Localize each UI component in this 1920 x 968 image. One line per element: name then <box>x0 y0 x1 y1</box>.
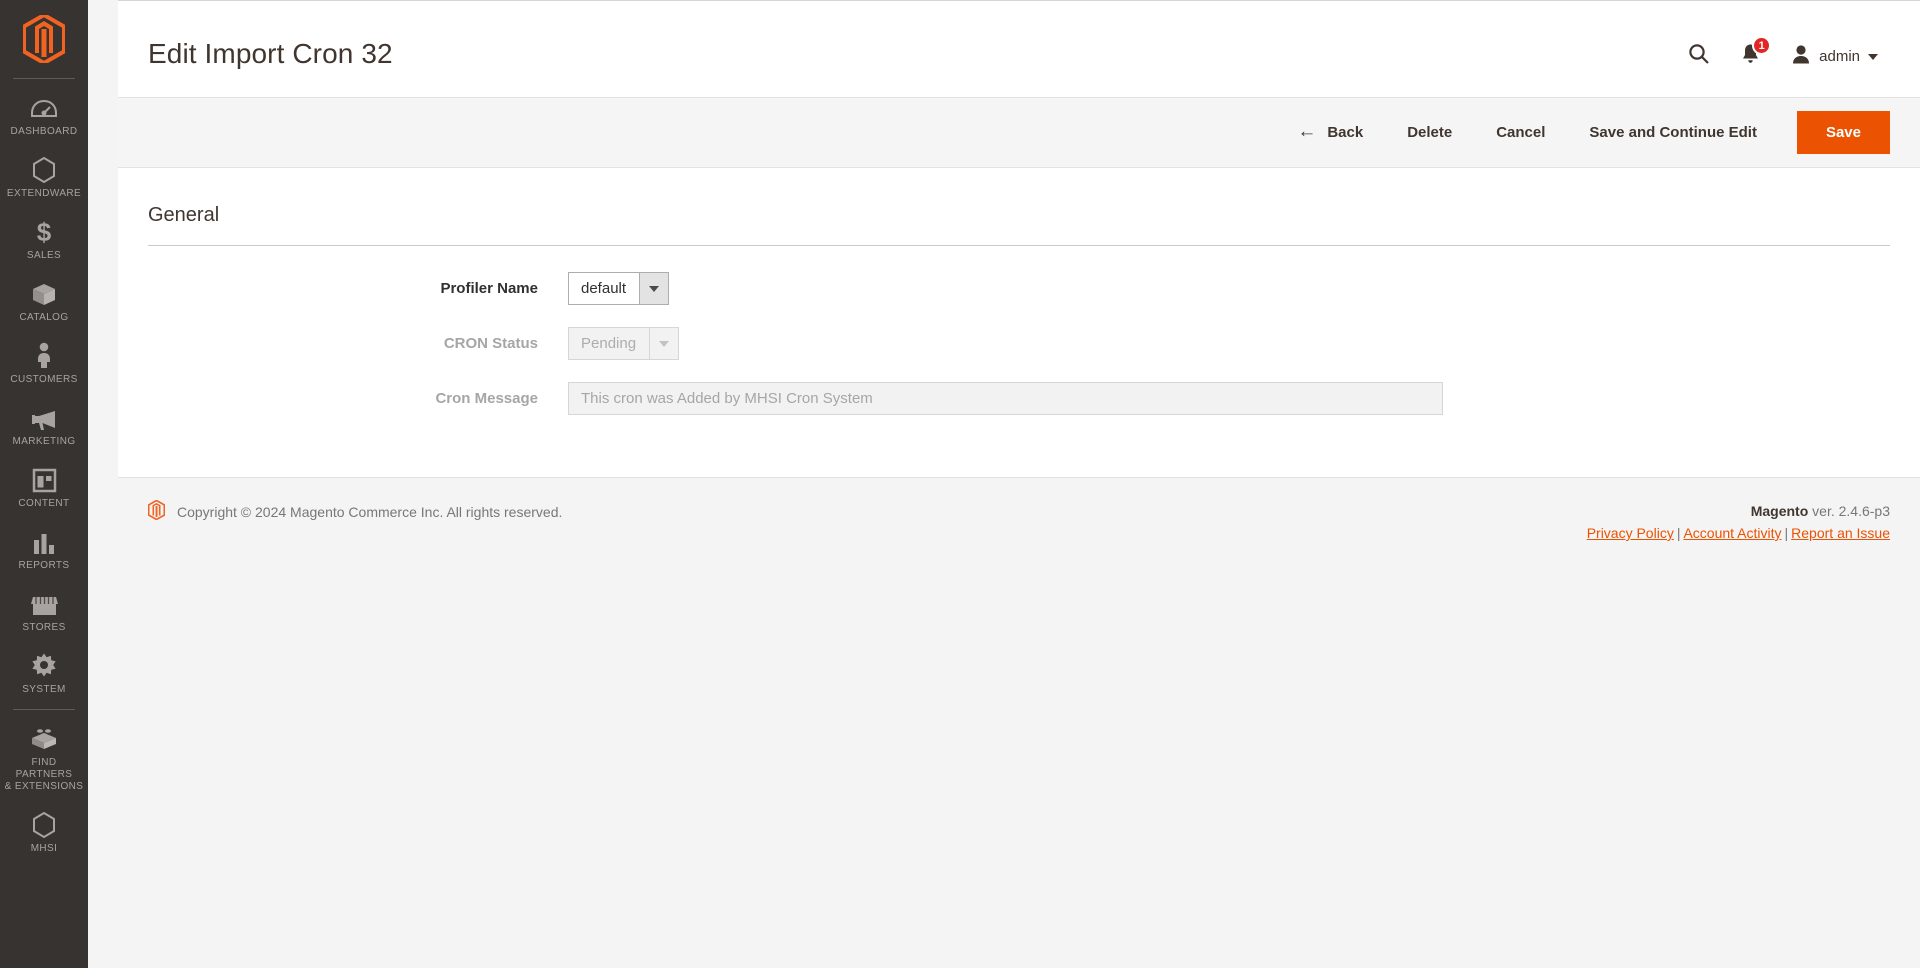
sidebar-divider-2 <box>13 709 75 710</box>
sidebar-item-content[interactable]: Content <box>0 457 88 519</box>
user-avatar-icon <box>1791 44 1811 70</box>
profiler-name-control: default <box>568 272 670 305</box>
sidebar-item-catalog[interactable]: Catalog <box>0 271 88 333</box>
cron-message-label: Cron Message <box>435 390 538 407</box>
sidebar-item-marketing[interactable]: Marketing <box>0 395 88 457</box>
cancel-button[interactable]: Cancel <box>1474 114 1567 151</box>
search-button[interactable] <box>1688 43 1710 70</box>
save-and-continue-label: Save and Continue Edit <box>1589 124 1757 141</box>
chevron-down-icon <box>639 273 669 304</box>
page-title: Edit Import Cron 32 <box>148 38 393 69</box>
sidebar-item-label: Sales <box>26 250 62 261</box>
header-actions: 1 admin <box>1688 36 1890 70</box>
privacy-policy-link[interactable]: Privacy Policy <box>1587 525 1674 541</box>
admin-sidebar: Dashboard Extendware $ Sales Catalog Cus… <box>0 0 88 968</box>
sidebar-item-label: Customers <box>10 374 78 385</box>
cron-status-select: Pending <box>568 327 680 360</box>
profiler-name-label: Profiler Name <box>440 280 538 297</box>
delete-button-label: Delete <box>1407 124 1453 141</box>
notifications-button[interactable]: 1 <box>1740 36 1772 70</box>
section-divider <box>148 245 1890 246</box>
magento-version: Magento ver. 2.4.6-p3 <box>1587 500 1890 522</box>
hexagon-icon <box>30 157 58 183</box>
sidebar-item-label: Dashboard <box>10 126 78 137</box>
sidebar-item-customers[interactable]: Customers <box>0 333 88 395</box>
cancel-button-label: Cancel <box>1496 124 1546 141</box>
sidebar-item-reports[interactable]: Reports <box>0 519 88 581</box>
delete-button[interactable]: Delete <box>1385 114 1474 151</box>
section-title-general: General <box>148 204 220 226</box>
page-content: General Profiler Name default CRON Statu… <box>118 168 1920 477</box>
cron-message-control <box>568 382 1443 415</box>
back-button-label: Back <box>1327 124 1364 141</box>
sidebar-item-dashboard[interactable]: Dashboard <box>0 85 88 147</box>
footer-link-separator: | <box>1784 525 1789 541</box>
profiler-name-value: default <box>581 280 627 297</box>
field-row-profiler-name: Profiler Name default <box>148 272 1890 305</box>
copyright-text: Copyright © 2024 Magento Commerce Inc. A… <box>177 503 563 520</box>
sidebar-item-label: Extendware <box>6 188 82 199</box>
lego-brick-icon <box>30 726 58 752</box>
svg-text:$: $ <box>37 218 52 245</box>
footer-links: Privacy Policy | Account Activity | Report a… <box>1587 522 1890 544</box>
profiler-name-select[interactable]: default <box>568 272 670 305</box>
main-area: Edit Import Cron 32 1 admin ← Back Delet… <box>88 0 1920 968</box>
sidebar-item-find-partners-extensions[interactable]: Find Partners & Extensions <box>0 716 88 802</box>
footer-right: Magento ver. 2.4.6-p3 Privacy Policy | Acc… <box>1587 500 1890 544</box>
sidebar-item-label: Stores <box>22 622 66 633</box>
gear-icon <box>30 653 58 679</box>
magento-brand-label: Magento <box>1750 503 1809 519</box>
search-icon <box>1688 43 1710 70</box>
sidebar-item-stores[interactable]: Stores <box>0 581 88 643</box>
page-actions-toolbar: ← Back Delete Cancel Save and Continue E… <box>118 97 1920 168</box>
hexagon-icon <box>30 812 58 838</box>
sidebar-item-label: Find Partners & Extensions <box>4 757 84 792</box>
bar-chart-icon <box>30 529 58 555</box>
person-icon <box>30 342 58 369</box>
notification-count-badge: 1 <box>1752 36 1772 55</box>
box-icon <box>30 281 58 307</box>
arrow-left-icon: ← <box>1297 121 1317 142</box>
field-row-cron-status: CRON Status Pending <box>148 327 1890 360</box>
magento-version-text: ver. 2.4.6-p3 <box>1808 503 1890 519</box>
chevron-down-icon <box>1868 53 1878 60</box>
account-activity-link[interactable]: Account Activity <box>1683 525 1781 541</box>
sidebar-item-label: System <box>22 684 66 695</box>
sidebar-item-label: Reports <box>18 560 70 571</box>
megaphone-icon <box>30 405 58 431</box>
sidebar-item-extendware[interactable]: Extendware <box>0 147 88 209</box>
sidebar-item-label: Marketing <box>12 436 76 447</box>
sidebar-item-mhsi[interactable]: MHSI <box>0 802 88 864</box>
magento-logo[interactable] <box>22 14 66 64</box>
cron-status-value: Pending <box>581 335 637 352</box>
sidebar-item-system[interactable]: System <box>0 643 88 705</box>
save-and-continue-edit-button[interactable]: Save and Continue Edit <box>1567 114 1779 151</box>
dashboard-icon <box>30 95 58 121</box>
storefront-icon <box>30 591 58 617</box>
magento-footer-logo-icon <box>147 499 166 523</box>
sidebar-item-sales[interactable]: $ Sales <box>0 209 88 271</box>
report-an-issue-link[interactable]: Report an Issue <box>1791 525 1890 541</box>
dollar-icon: $ <box>30 218 58 245</box>
chevron-down-icon <box>649 328 679 359</box>
page-footer: Copyright © 2024 Magento Commerce Inc. A… <box>118 477 1920 570</box>
field-row-cron-message: Cron Message <box>148 382 1890 415</box>
layout-icon <box>30 467 58 493</box>
cron-status-control: Pending <box>568 327 680 360</box>
sidebar-item-label: Catalog <box>19 312 69 323</box>
sidebar-item-label: MHSI <box>30 843 58 854</box>
save-button[interactable]: Save <box>1796 111 1890 154</box>
sidebar-divider <box>13 78 75 79</box>
copyright-block: Copyright © 2024 Magento Commerce Inc. A… <box>147 499 563 523</box>
page-header: Edit Import Cron 32 1 admin <box>118 1 1920 97</box>
page-wrapper: Edit Import Cron 32 1 admin ← Back Delet… <box>118 0 1920 570</box>
sidebar-item-label: Content <box>18 498 70 509</box>
cron-message-input <box>568 382 1443 415</box>
cron-status-label: CRON Status <box>443 335 538 352</box>
user-menu-button[interactable]: admin <box>1791 44 1878 70</box>
user-name-label: admin <box>1819 48 1860 65</box>
back-button[interactable]: ← Back <box>1275 113 1385 152</box>
